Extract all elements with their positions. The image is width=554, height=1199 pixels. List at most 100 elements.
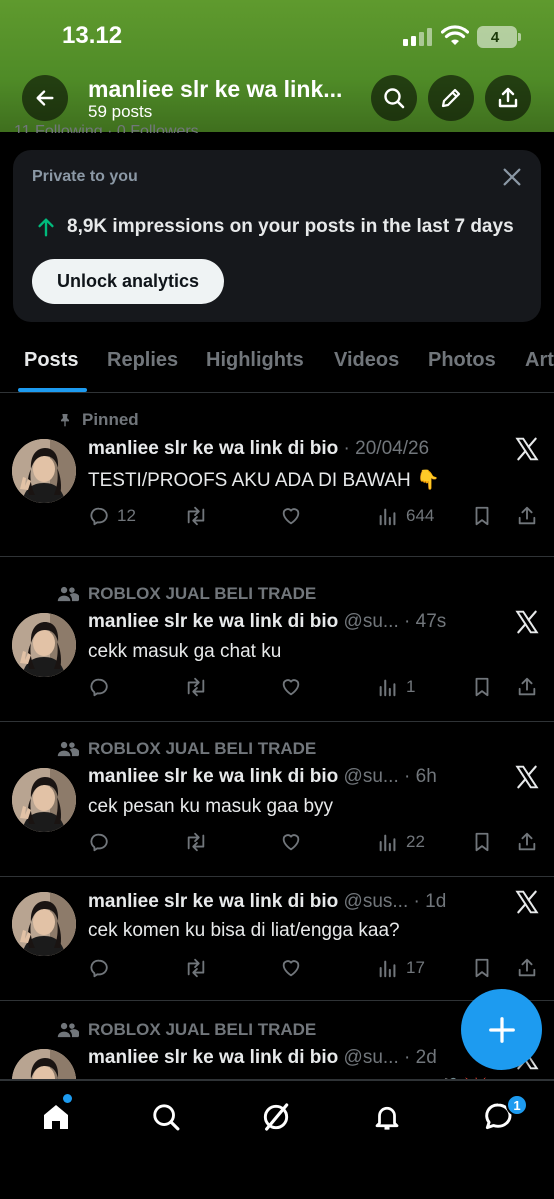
post-context[interactable]: ROBLOX JUAL BELI TRADE [57, 584, 316, 604]
repost-icon [187, 832, 205, 852]
post[interactable]: ROBLOX JUAL BELI TRADE manliee slr ke wa … [0, 722, 554, 877]
back-button[interactable] [22, 75, 68, 121]
pencil-icon [441, 88, 461, 108]
post[interactable]: Pinned manliee slr ke wa link di bio · 20… [0, 393, 554, 557]
home-notification-dot [63, 1094, 72, 1103]
like-button[interactable] [279, 957, 303, 979]
bookmark-button[interactable] [471, 957, 493, 979]
repost-button[interactable] [183, 957, 209, 979]
reply-button[interactable] [88, 957, 117, 979]
share-post-button[interactable] [516, 831, 538, 853]
tab-replies[interactable]: Replies [107, 349, 178, 372]
views-button[interactable]: 17 [377, 957, 425, 979]
avatar[interactable] [12, 613, 76, 677]
author-name: manliee slr ke wa link di bio [88, 1047, 339, 1068]
views-icon [379, 834, 396, 852]
share-icon [518, 832, 536, 851]
nav-notifications[interactable] [367, 1097, 407, 1137]
post-context[interactable]: ROBLOX JUAL BELI TRADE [57, 739, 316, 759]
avatar[interactable] [12, 439, 76, 503]
nav-grok[interactable] [256, 1097, 296, 1137]
post-actions: 17 [88, 957, 542, 985]
repost-button[interactable] [183, 676, 209, 698]
avatar[interactable] [12, 1049, 76, 1079]
share-post-button[interactable] [516, 957, 538, 979]
heart-icon [282, 508, 300, 525]
avatar[interactable] [12, 768, 76, 832]
like-button[interactable] [279, 831, 303, 853]
view-count: 17 [406, 958, 425, 977]
tab-posts[interactable]: Posts [24, 349, 78, 372]
share-icon [518, 506, 536, 525]
repost-icon [187, 506, 205, 526]
x-logo [513, 764, 541, 795]
bottom-nav: 1 [0, 1080, 554, 1199]
bookmark-button[interactable] [471, 676, 493, 698]
view-count: 644 [406, 506, 435, 525]
post-context[interactable]: ROBLOX JUAL BELI TRADE [57, 1020, 316, 1040]
post-author[interactable]: manliee slr ke wa link di bio @sus... · … [88, 891, 446, 913]
bookmark-icon [475, 677, 489, 697]
bookmark-button[interactable] [471, 831, 493, 853]
cellular-signal-icon [403, 28, 435, 46]
community-icon [57, 586, 79, 602]
post-count: 59 posts [88, 102, 153, 121]
post-author[interactable]: manliee slr ke wa link di bio @su... · 4… [88, 611, 446, 633]
tab-articles[interactable]: Art [525, 349, 554, 372]
active-tab-indicator [18, 388, 87, 392]
private-label: Private to you [32, 168, 138, 185]
bookmark-icon [475, 958, 489, 978]
tab-photos[interactable]: Photos [428, 349, 496, 372]
home-icon [44, 1105, 68, 1129]
tab-highlights[interactable]: Highlights [206, 349, 304, 372]
nav-home[interactable] [36, 1097, 76, 1137]
post-text: cekk masuk ga chat ku [88, 641, 282, 662]
reply-button[interactable] [88, 831, 117, 853]
post-actions: 12 644 [88, 505, 542, 533]
nav-search[interactable] [146, 1097, 186, 1137]
repost-button[interactable] [183, 831, 209, 853]
compose-post-button[interactable] [461, 989, 542, 1070]
unlock-analytics-button[interactable]: Unlock analytics [32, 259, 224, 304]
views-button[interactable]: 22 [377, 831, 425, 853]
bell-icon [375, 1106, 399, 1130]
share-icon [518, 958, 536, 977]
views-button[interactable]: 644 [377, 505, 434, 527]
follow-counts: 11 Following · 0 Followers [14, 123, 199, 133]
x-logo [513, 609, 541, 640]
pin-icon [61, 414, 69, 427]
avatar-photo [12, 613, 76, 677]
post-author[interactable]: manliee slr ke wa link di bio @su... · 6… [88, 766, 437, 788]
reply-button[interactable] [88, 676, 117, 698]
post[interactable]: manliee slr ke wa link di bio @sus... · … [0, 877, 554, 1001]
avatar[interactable] [12, 892, 76, 956]
search-button[interactable] [371, 75, 417, 121]
bookmark-icon [475, 506, 489, 526]
plus-icon [488, 1016, 515, 1043]
like-button[interactable] [279, 676, 303, 698]
post-text: TESTI/PROOFS AKU ADA DI BAWAH 👇 [88, 470, 440, 491]
repost-button[interactable] [183, 505, 209, 527]
author-name: manliee slr ke wa link di bio [88, 611, 339, 632]
reply-button[interactable]: 12 [88, 505, 136, 527]
author-name: manliee slr ke wa link di bio [88, 891, 339, 912]
bookmark-icon [475, 832, 489, 852]
edit-button[interactable] [428, 75, 474, 121]
post[interactable]: ROBLOX JUAL BELI TRADE manliee slr ke wa … [0, 557, 554, 722]
share-post-button[interactable] [516, 676, 538, 698]
tab-videos[interactable]: Videos [334, 349, 399, 372]
close-icon[interactable] [501, 166, 523, 188]
view-count: 22 [406, 832, 425, 851]
share-post-button[interactable] [516, 505, 538, 527]
post-meta: @su... · 6h [343, 766, 437, 787]
views-icon [379, 508, 396, 526]
views-icon [379, 960, 396, 978]
reply-icon [90, 959, 108, 978]
like-button[interactable] [279, 505, 303, 527]
views-button[interactable]: 1 [377, 676, 415, 698]
share-profile-button[interactable] [485, 75, 531, 121]
post-author[interactable]: manliee slr ke wa link di bio @su... · 2… [88, 1047, 437, 1069]
bookmark-button[interactable] [471, 505, 493, 527]
post-author[interactable]: manliee slr ke wa link di bio · 20/04/26 [88, 438, 429, 460]
reply-icon [90, 678, 108, 697]
